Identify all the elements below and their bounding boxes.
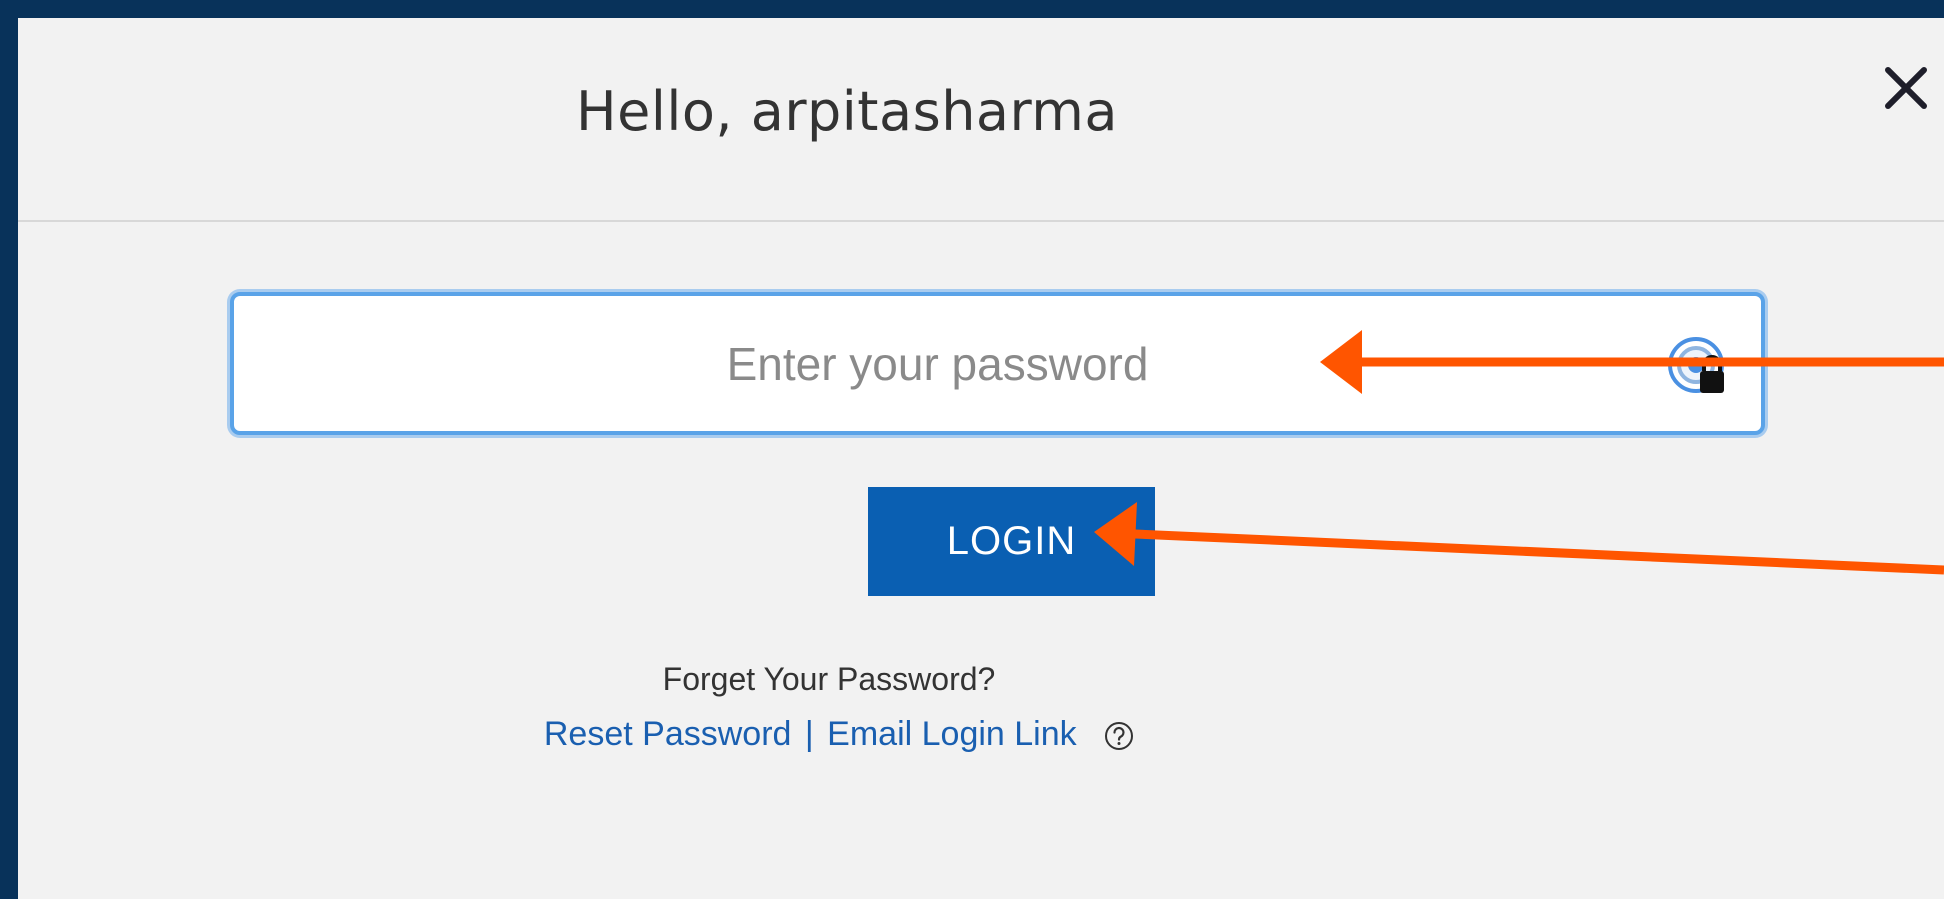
question-circle-icon[interactable] bbox=[1104, 721, 1134, 751]
forgot-password-text: Forget Your Password? bbox=[662, 661, 996, 697]
recovery-links: Reset Password | Email Login Link bbox=[0, 715, 1802, 754]
email-login-link[interactable]: Email Login Link bbox=[827, 715, 1076, 753]
link-separator: | bbox=[804, 715, 814, 753]
dialog-header: Hello, arpitasharma bbox=[18, 18, 1944, 222]
password-manager-icon[interactable] bbox=[1664, 333, 1734, 403]
dialog-title: Hello, arpitasharma bbox=[576, 80, 1118, 143]
reset-password-link[interactable]: Reset Password bbox=[544, 715, 792, 753]
login-button[interactable]: LOGIN bbox=[868, 487, 1155, 596]
password-input[interactable] bbox=[234, 296, 1761, 431]
close-icon[interactable] bbox=[1876, 58, 1936, 118]
password-field-container bbox=[230, 292, 1765, 435]
login-dialog: Hello, arpitasharma LOGIN Forget Your Pa… bbox=[18, 18, 1944, 899]
